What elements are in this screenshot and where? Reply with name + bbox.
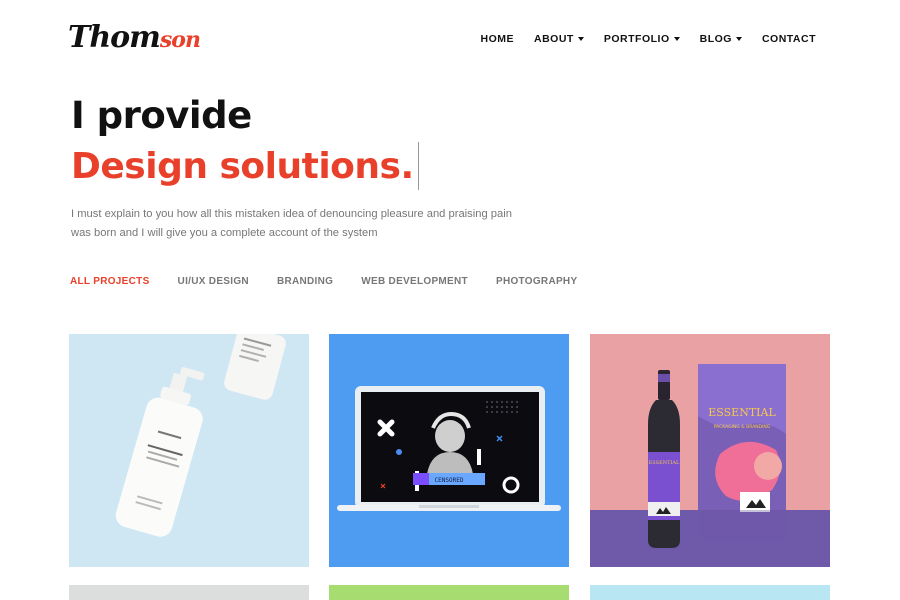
portfolio-card-wine-packaging[interactable]: ESSENTIAL PACKAGING & BRANDING ESSENTIAL xyxy=(590,334,830,567)
filter-branding[interactable]: BRANDING xyxy=(277,276,333,287)
box-subtitle-text: PACKAGING & BRANDING xyxy=(714,424,771,430)
thomson-logo[interactable]: Thom son xyxy=(68,20,201,60)
wine-packaging-image: ESSENTIAL PACKAGING & BRANDING ESSENTIAL xyxy=(590,334,830,567)
cosmetics-bottles-image xyxy=(69,334,309,567)
portfolio-card-row2-2[interactable] xyxy=(329,585,569,600)
nav-portfolio-label: PORTFOLIO xyxy=(603,33,670,45)
nav-about[interactable]: ABOUT xyxy=(534,33,584,45)
portfolio-card-laptop[interactable]: CENSORED xyxy=(329,334,569,567)
hero-heading-line1: I provide xyxy=(71,94,252,137)
nav-contact[interactable]: CONTACT xyxy=(762,33,816,45)
nav-portfolio[interactable]: PORTFOLIO xyxy=(604,33,680,45)
hero-heading-line2-text: Design solutions. xyxy=(71,145,414,187)
filter-ui-ux-design[interactable]: UI/UX DESIGN xyxy=(178,276,249,287)
nav-home[interactable]: HOME xyxy=(481,33,515,45)
portfolio-card-row2-3[interactable] xyxy=(590,585,830,600)
nav-home-label: HOME xyxy=(480,33,515,45)
chevron-down-icon xyxy=(673,37,680,41)
portfolio-card-row2-1[interactable] xyxy=(69,585,309,600)
filter-web-development[interactable]: WEB DEVELOPMENT xyxy=(361,276,468,287)
bottle-label-text: ESSENTIAL xyxy=(649,460,680,466)
box-title-text: ESSENTIAL xyxy=(708,406,776,419)
censored-banner-label: CENSORED xyxy=(435,477,464,484)
hero-description: I must explain to you how all this mista… xyxy=(71,208,512,239)
chevron-down-icon xyxy=(577,37,584,41)
nav-blog-label: BLOG xyxy=(699,33,732,45)
nav-about-label: ABOUT xyxy=(534,33,574,45)
filter-photography[interactable]: PHOTOGRAPHY xyxy=(496,276,577,287)
portfolio-filters: ALL PROJECTS UI/UX DESIGN BRANDING WEB D… xyxy=(70,276,577,287)
logo-text-part1: Thom xyxy=(68,20,161,55)
logo-text-part2: son xyxy=(159,27,201,53)
laptop-mockup-image: CENSORED xyxy=(329,334,569,567)
chevron-down-icon xyxy=(735,37,742,41)
hero-heading-line2: Design solutions. xyxy=(71,142,420,190)
filter-all-projects[interactable]: ALL PROJECTS xyxy=(70,276,150,287)
typing-cursor xyxy=(417,142,420,190)
nav-contact-label: CONTACT xyxy=(761,33,816,45)
main-nav: HOME ABOUT PORTFOLIO BLOG CONTACT xyxy=(481,33,816,45)
nav-blog[interactable]: BLOG xyxy=(700,33,742,45)
portfolio-card-cosmetics[interactable] xyxy=(69,334,309,567)
